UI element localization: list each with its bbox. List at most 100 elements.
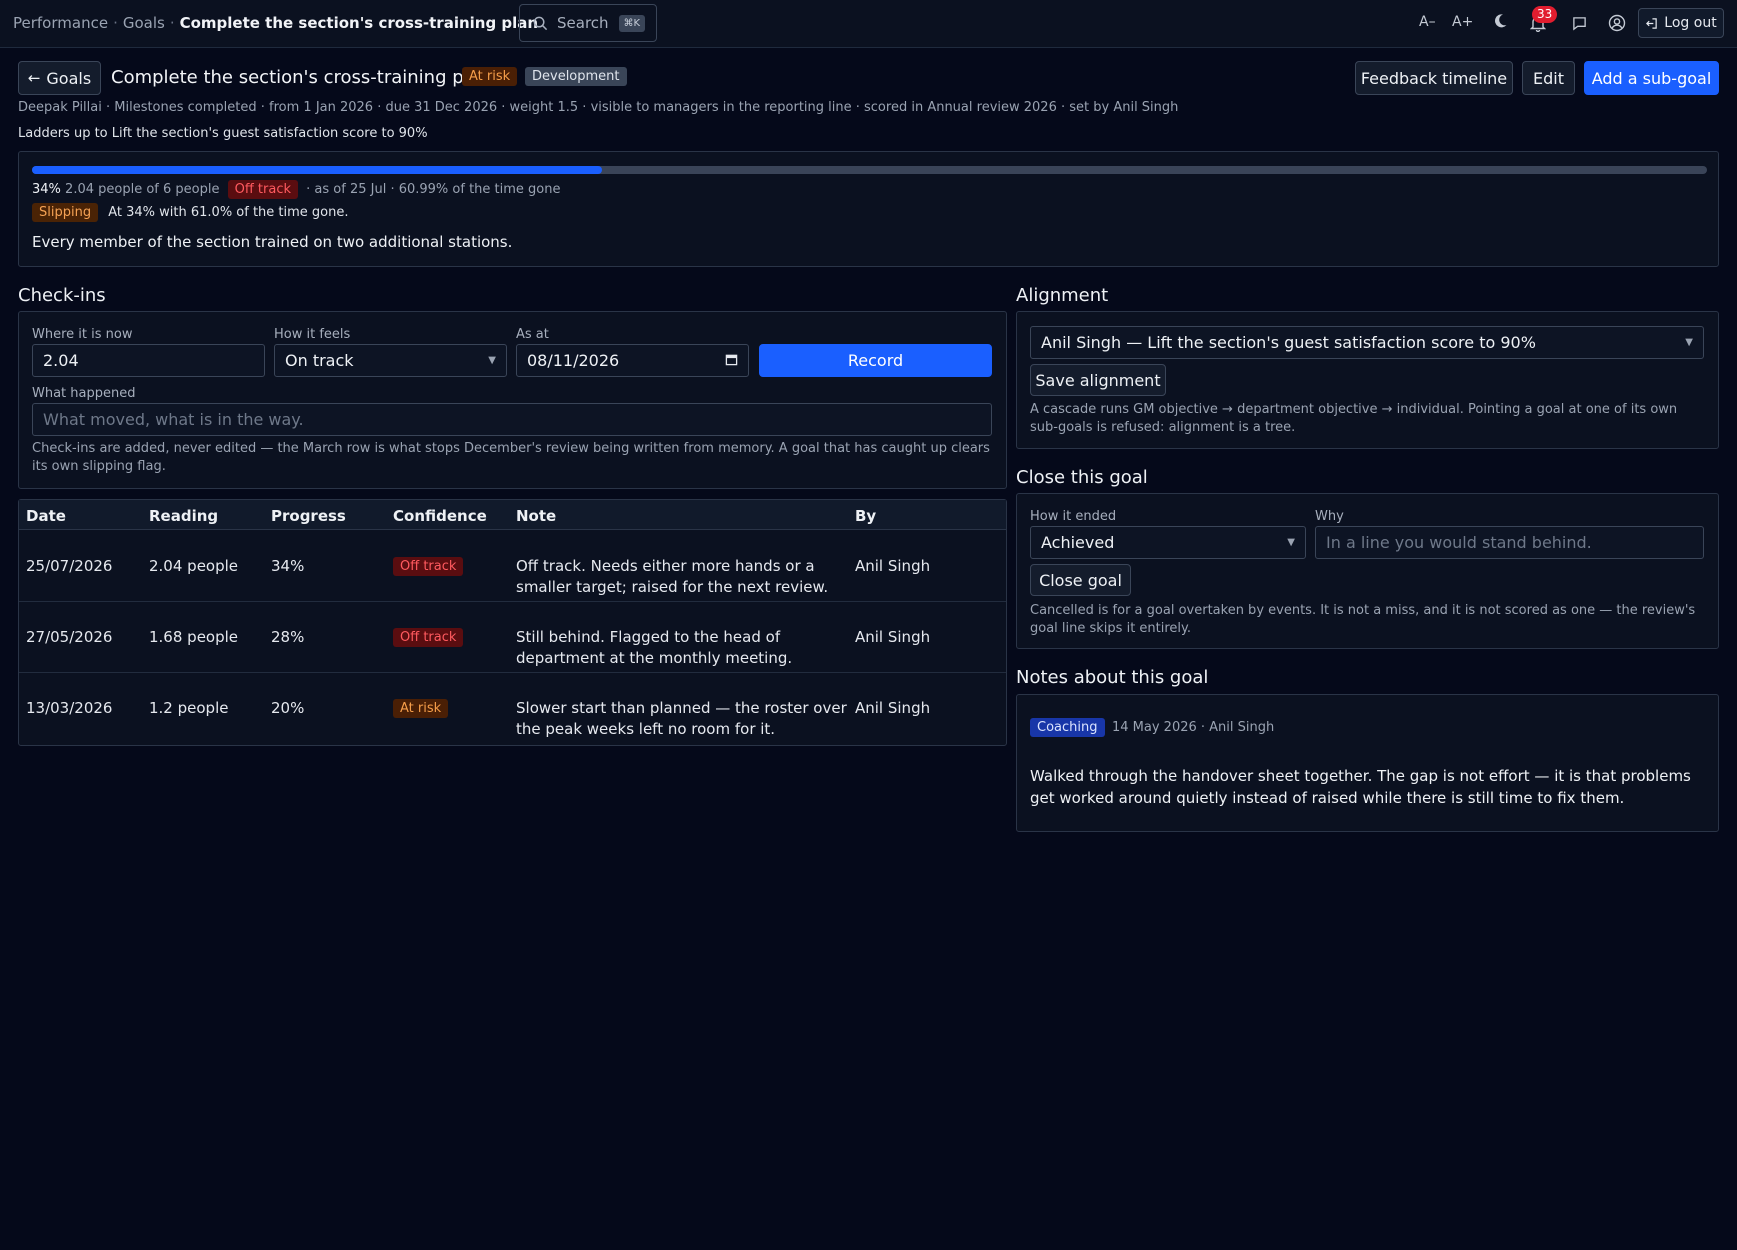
- search-label: Search: [557, 14, 609, 32]
- checkins-helper: Check-ins are added, never edited — the …: [32, 441, 990, 474]
- confidence-badge: Off track: [393, 628, 464, 647]
- cell-reading: 2.04 people: [149, 557, 239, 575]
- cell-note: Still behind. Flagged to the head of dep…: [516, 628, 793, 667]
- feels-select[interactable]: On track ▼: [274, 344, 507, 377]
- close-goal-button[interactable]: Close goal: [1030, 564, 1131, 596]
- table-row: 13/03/2026 1.2 people 20% At risk Slower…: [19, 673, 1006, 744]
- table-header: Date Reading Progress Confidence Note By: [19, 500, 1006, 530]
- status-badge: At risk: [462, 67, 518, 86]
- progress-percent: 34%: [32, 182, 61, 197]
- save-alignment-button[interactable]: Save alignment: [1030, 364, 1166, 396]
- cell-by: Anil Singh: [855, 699, 931, 717]
- notification-count-badge: 33: [1532, 6, 1558, 23]
- column-header: Date: [26, 507, 66, 525]
- column-header: Note: [516, 507, 557, 525]
- happened-input[interactable]: What moved, what is in the way.: [32, 403, 992, 436]
- cell-date: 25/07/2026: [26, 557, 113, 575]
- breadcrumb-current: Complete the section's cross-training pl…: [179, 14, 539, 32]
- alignment-select[interactable]: Anil Singh — Lift the section's guest sa…: [1030, 326, 1704, 359]
- slip-text: At 34% with 61.0% of the time gone.: [108, 205, 349, 220]
- progress-bar-fill: [32, 166, 602, 174]
- feedback-timeline-button[interactable]: Feedback timeline: [1355, 61, 1513, 95]
- asat-label: As at: [516, 327, 549, 342]
- feels-label: How it feels: [274, 327, 351, 342]
- note-meta: 14 May 2026 · Anil Singh: [1112, 720, 1275, 735]
- goal-ladder: Ladders up to Lift the section's guest s…: [18, 126, 428, 141]
- column-header: Confidence: [393, 507, 487, 525]
- cell-note: Slower start than planned — the roster o…: [516, 699, 847, 738]
- search-shortcut: ⌘K: [618, 14, 646, 32]
- progress-line: 34% 2.04 people of 6 people Off track · …: [32, 180, 561, 199]
- cell-note: Off track. Needs either more hands or a …: [516, 557, 829, 596]
- confidence-badge: At risk: [393, 699, 449, 718]
- chevron-down-icon: ▼: [488, 355, 496, 366]
- alignment-value: Anil Singh — Lift the section's guest sa…: [1041, 333, 1536, 352]
- alignment-heading: Alignment: [1016, 285, 1109, 306]
- cell-date: 27/05/2026: [26, 628, 113, 646]
- record-button[interactable]: Record: [759, 344, 992, 377]
- table-row: 27/05/2026 1.68 people 28% Off track Sti…: [19, 602, 1006, 673]
- happened-label: What happened: [32, 386, 136, 401]
- note-body: Walked through the handover sheet togeth…: [1030, 767, 1691, 807]
- checkins-heading: Check-ins: [18, 285, 106, 306]
- checkins-table: Date Reading Progress Confidence Note By…: [18, 499, 1007, 746]
- font-larger-button[interactable]: A+: [1452, 14, 1473, 30]
- top-bar: Performance · Goals · Complete the section's…: [0, 0, 1737, 48]
- calendar-icon[interactable]: [725, 353, 738, 369]
- edit-button[interactable]: Edit: [1522, 61, 1575, 95]
- cell-progress: 20%: [271, 699, 305, 717]
- progress-as-of: · as of 25 Jul · 60.99% of the time gone: [306, 182, 561, 197]
- category-badge: Development: [525, 67, 627, 86]
- progress-status-badge: Off track: [227, 180, 299, 199]
- note-tag-badge: Coaching: [1030, 718, 1105, 737]
- cell-date: 13/03/2026: [26, 699, 113, 717]
- close-heading: Close this goal: [1016, 467, 1148, 488]
- back-to-goals-button[interactable]: ← Goals: [18, 61, 101, 95]
- page-title: Complete the section's cross-training pl…: [111, 67, 492, 88]
- progress-bar: [32, 166, 1707, 174]
- close-helper: Cancelled is for a goal overtaken by eve…: [1030, 603, 1696, 636]
- table-row: 25/07/2026 2.04 people 34% Off track Off…: [19, 531, 1006, 602]
- chevron-down-icon: ▼: [1287, 537, 1295, 548]
- why-label: Why: [1315, 509, 1344, 524]
- ended-value: Achieved: [1041, 533, 1115, 552]
- moon-icon[interactable]: [1492, 13, 1508, 33]
- feels-value: On track: [285, 351, 354, 370]
- cell-by: Anil Singh: [855, 628, 931, 646]
- search-button[interactable]: Search ⌘K: [519, 4, 657, 42]
- chat-icon[interactable]: [1572, 16, 1587, 35]
- ended-label: How it ended: [1030, 509, 1117, 524]
- ended-select[interactable]: Achieved ▼: [1030, 526, 1306, 559]
- font-smaller-button[interactable]: A–: [1419, 14, 1436, 30]
- logout-icon: [1646, 17, 1658, 29]
- back-label: Goals: [46, 68, 92, 88]
- logout-label: Log out: [1664, 15, 1717, 31]
- goal-description: Every member of the section trained on t…: [32, 233, 513, 251]
- cell-reading: 1.68 people: [149, 628, 239, 646]
- cell-by: Anil Singh: [855, 557, 931, 575]
- add-subgoal-button[interactable]: Add a sub-goal: [1584, 61, 1719, 95]
- where-input[interactable]: 2.04: [32, 344, 265, 377]
- notes-panel: [1016, 694, 1719, 832]
- where-label: Where it is now: [32, 327, 133, 342]
- notes-heading: Notes about this goal: [1016, 667, 1209, 688]
- search-icon: [533, 16, 548, 30]
- why-input[interactable]: In a line you would stand behind.: [1315, 526, 1704, 559]
- cell-progress: 28%: [271, 628, 305, 646]
- slipping-badge: Slipping: [32, 203, 99, 222]
- column-header: Progress: [271, 507, 346, 525]
- column-header: Reading: [149, 507, 219, 525]
- cell-reading: 1.2 people: [149, 699, 229, 717]
- slip-line: Slipping At 34% with 61.0% of the time g…: [32, 203, 349, 222]
- column-header: By: [855, 507, 877, 525]
- breadcrumb-performance[interactable]: Performance: [13, 14, 108, 32]
- user-icon[interactable]: [1608, 14, 1626, 36]
- confidence-badge: Off track: [393, 557, 464, 576]
- chevron-down-icon: ▼: [1685, 337, 1693, 348]
- logout-button[interactable]: Log out: [1638, 8, 1724, 38]
- asat-value: 08/11/2026: [527, 351, 620, 370]
- cell-progress: 34%: [271, 557, 305, 575]
- asat-date-input[interactable]: 08/11/2026: [516, 344, 749, 377]
- breadcrumb-goals[interactable]: Goals: [123, 14, 165, 32]
- alignment-helper: A cascade runs GM objective → department…: [1030, 402, 1678, 435]
